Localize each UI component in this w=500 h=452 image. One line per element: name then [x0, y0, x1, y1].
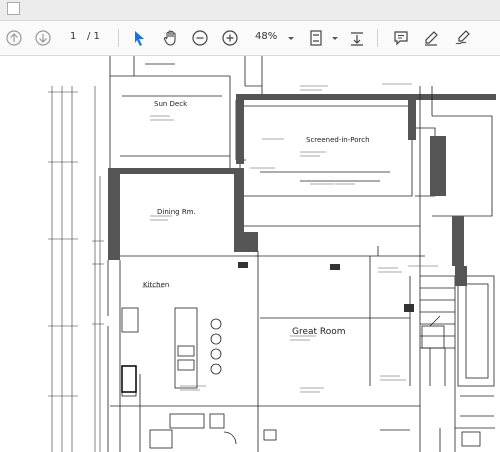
zoom-in-icon[interactable]: [219, 27, 241, 49]
zoom-dropdown-chevron-icon[interactable]: [280, 27, 302, 49]
zoom-out-icon[interactable]: [189, 27, 211, 49]
pdf-toolbar: 1 / 1 48%: [0, 21, 500, 56]
select-tool-icon[interactable]: [128, 27, 150, 49]
page-number-input[interactable]: 1: [70, 31, 76, 42]
sign-icon[interactable]: [452, 27, 474, 49]
zoom-level[interactable]: 48%: [255, 31, 277, 42]
floor-plan-drawing: Sun Deck Screened-in-Porch Dining Rm. Ki…: [0, 56, 500, 452]
room-label-sun-deck: Sun Deck: [154, 100, 188, 108]
document-view[interactable]: Sun Deck Screened-in-Porch Dining Rm. Ki…: [0, 56, 500, 452]
next-page-icon[interactable]: [32, 27, 54, 49]
comment-icon[interactable]: [390, 27, 412, 49]
toolbar-divider: [377, 29, 378, 47]
room-label-great-room: Great Room: [292, 327, 346, 337]
window-top-strip: [0, 0, 500, 21]
room-label-dining-rm: Dining Rm.: [157, 208, 196, 216]
hand-tool-icon[interactable]: [160, 27, 182, 49]
page-display-chevron-icon[interactable]: [324, 27, 346, 49]
toolbar-divider: [118, 29, 119, 47]
page-total: / 1: [87, 31, 100, 42]
room-label-kitchen: Kitchen: [143, 281, 169, 289]
previous-page-icon[interactable]: [3, 27, 25, 49]
highlight-pen-icon[interactable]: [420, 27, 442, 49]
room-label-screened-in-porch: Screened-in-Porch: [306, 136, 370, 144]
tab-icon[interactable]: [7, 2, 20, 15]
scroll-mode-icon[interactable]: [346, 27, 368, 49]
